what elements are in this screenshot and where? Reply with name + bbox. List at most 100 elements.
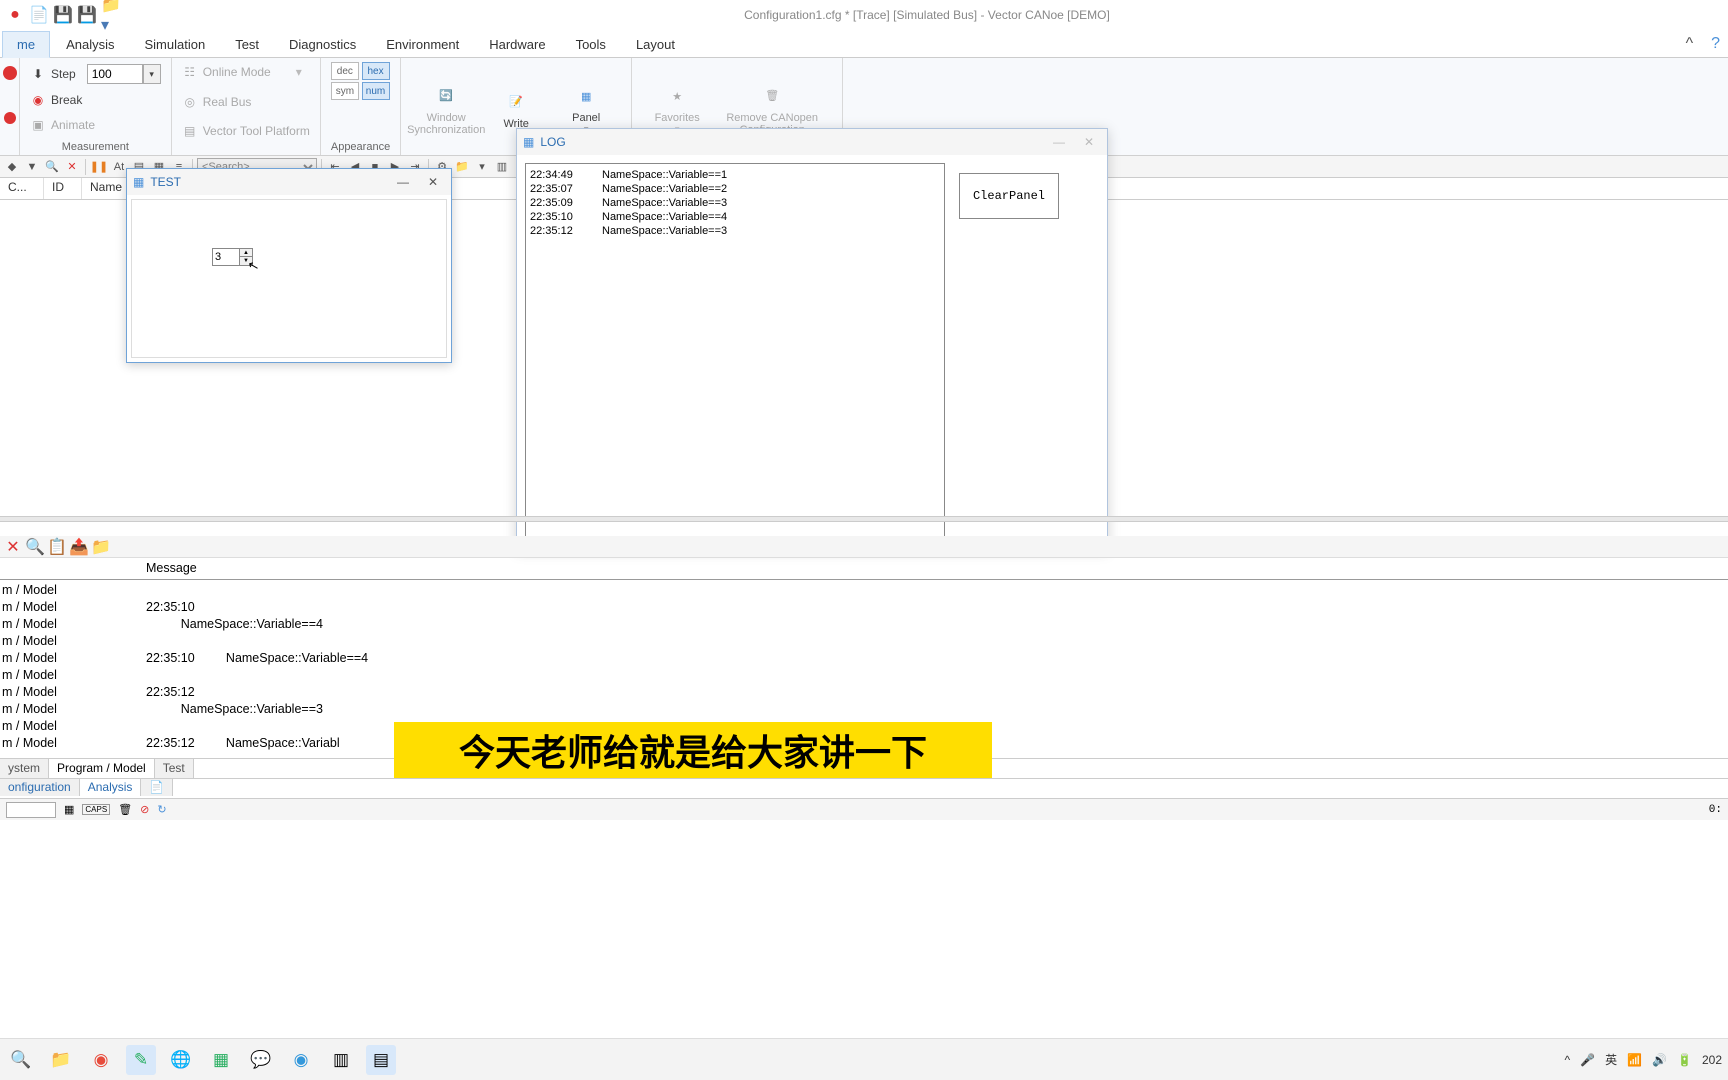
record-button[interactable] bbox=[4, 112, 16, 124]
chrome-icon[interactable]: 🌐 bbox=[166, 1045, 196, 1075]
wifi-icon[interactable]: 📶 bbox=[1627, 1053, 1642, 1067]
tab-tools[interactable]: Tools bbox=[562, 32, 620, 57]
dec-toggle[interactable]: dec bbox=[331, 62, 359, 80]
excel-icon[interactable]: ▦ bbox=[206, 1045, 236, 1075]
funnel-icon[interactable]: ▼ bbox=[23, 158, 41, 176]
online-mode-button[interactable]: ☷ Online Mode ▾ bbox=[182, 62, 310, 82]
app-icon[interactable]: ◉ bbox=[86, 1045, 116, 1075]
battery-icon[interactable]: 🔋 bbox=[1677, 1053, 1692, 1067]
realbus-icon: ◎ bbox=[182, 94, 198, 110]
cursor-icon: ↖ bbox=[246, 257, 261, 275]
system-tray: ^ 🎤 英 📶 🔊 🔋 202 bbox=[1565, 1051, 1723, 1068]
filter-icon[interactable]: ◆ bbox=[3, 158, 21, 176]
tab-test[interactable]: Test bbox=[221, 32, 273, 57]
step-input[interactable] bbox=[87, 64, 143, 84]
edge-icon[interactable]: ◉ bbox=[286, 1045, 316, 1075]
clock[interactable]: 202 bbox=[1702, 1053, 1722, 1067]
spin-up-icon[interactable]: ▲ bbox=[240, 249, 252, 257]
test-panel-header[interactable]: ▦ TEST — ✕ bbox=[127, 169, 451, 195]
folder-icon[interactable]: 📁 bbox=[92, 538, 110, 556]
tab-program-model[interactable]: Program / Model bbox=[49, 759, 155, 778]
numeric-input[interactable] bbox=[213, 249, 239, 265]
saveall-icon[interactable]: 💾 bbox=[78, 6, 96, 24]
log-row: 22:34:49NameSpace::Variable==1 bbox=[530, 168, 940, 182]
sym-toggle[interactable]: sym bbox=[331, 82, 359, 100]
grid-icon[interactable]: ▦ bbox=[64, 803, 74, 816]
log-panel-header[interactable]: ▦ LOG — ✕ bbox=[517, 129, 1107, 155]
animate-icon: ▣ bbox=[30, 117, 46, 133]
tab-simulation[interactable]: Simulation bbox=[130, 32, 219, 57]
tab-home[interactable]: me bbox=[2, 31, 50, 58]
tab-layout[interactable]: Layout bbox=[622, 32, 689, 57]
realbus-button[interactable]: ◎ Real Bus bbox=[182, 92, 310, 112]
more-icon[interactable]: ▾ bbox=[473, 158, 491, 176]
break-button[interactable]: ◉ Break bbox=[30, 90, 161, 110]
canoe-icon[interactable]: ▤ bbox=[366, 1045, 396, 1075]
sync-icon[interactable]: ↻ bbox=[157, 803, 166, 816]
mic-icon[interactable]: 🎤 bbox=[1580, 1053, 1595, 1067]
trash-icon[interactable]: 🗑 bbox=[118, 803, 132, 816]
close-icon[interactable]: ✕ bbox=[421, 175, 445, 189]
tab-configuration[interactable]: onfiguration bbox=[0, 779, 80, 796]
panel-icon: ▦ bbox=[570, 80, 602, 112]
find-icon[interactable]: 🔍 bbox=[43, 158, 61, 176]
tab-system[interactable]: ystem bbox=[0, 759, 49, 778]
tab-new[interactable]: 📄 bbox=[141, 779, 173, 796]
step-button[interactable]: ⬇ Step ▾ bbox=[30, 62, 161, 86]
grid-icon[interactable]: ▥ bbox=[493, 158, 511, 176]
hex-toggle[interactable]: hex bbox=[362, 62, 390, 80]
log-panel[interactable]: ▦ LOG — ✕ 22:34:49NameSpace::Variable==1… bbox=[516, 128, 1108, 550]
log-list[interactable]: 22:34:49NameSpace::Variable==1 22:35:07N… bbox=[525, 163, 945, 541]
folder-icon[interactable]: 📁 bbox=[453, 158, 471, 176]
help-icon[interactable]: ? bbox=[1703, 31, 1728, 57]
wechat-icon[interactable]: 💬 bbox=[246, 1045, 276, 1075]
save-icon[interactable]: 💾 bbox=[54, 6, 72, 24]
winsync-button[interactable]: 🔄 Window Synchronization bbox=[411, 78, 481, 138]
explorer-icon[interactable]: 📁 bbox=[46, 1045, 76, 1075]
step-dropdown[interactable]: ▾ bbox=[143, 64, 161, 84]
folder-icon[interactable]: 📁 ▾ bbox=[102, 6, 120, 24]
col-c[interactable]: C... bbox=[0, 178, 44, 199]
ime-indicator[interactable]: 英 bbox=[1605, 1051, 1617, 1068]
close-icon[interactable]: ✕ bbox=[1077, 135, 1101, 149]
clear-icon[interactable]: ✕ bbox=[63, 158, 81, 176]
minimize-icon[interactable]: — bbox=[391, 175, 415, 189]
splitter[interactable] bbox=[0, 516, 1728, 522]
tab-analysis[interactable]: Analysis bbox=[52, 32, 128, 57]
write-col-message[interactable]: Message bbox=[140, 558, 203, 579]
notes-icon[interactable]: ✎ bbox=[126, 1045, 156, 1075]
vtp-button[interactable]: ▤ Vector Tool Platform bbox=[182, 121, 310, 141]
clear-panel-button[interactable]: ClearPanel bbox=[959, 173, 1059, 219]
winsync-icon: 🔄 bbox=[430, 80, 462, 112]
write-button[interactable]: 📝 Write bbox=[481, 84, 551, 132]
export-icon[interactable]: 📤 bbox=[70, 538, 88, 556]
search-icon[interactable]: 🔍 bbox=[6, 1045, 36, 1075]
volume-icon[interactable]: 🔊 bbox=[1652, 1053, 1667, 1067]
measurement-group-label: Measurement bbox=[30, 139, 161, 153]
find-icon[interactable]: 🔍 bbox=[26, 538, 44, 556]
tab-hardware[interactable]: Hardware bbox=[475, 32, 559, 57]
delete-icon[interactable]: ✕ bbox=[4, 538, 22, 556]
tab-test[interactable]: Test bbox=[155, 759, 194, 778]
stop-button[interactable] bbox=[3, 66, 17, 80]
windows-taskbar: 🔍 📁 ◉ ✎ 🌐 ▦ 💬 ◉ ▥ ▤ ^ 🎤 英 📶 🔊 🔋 202 bbox=[0, 1038, 1728, 1080]
tab-diagnostics[interactable]: Diagnostics bbox=[275, 32, 370, 57]
tab-environment[interactable]: Environment bbox=[372, 32, 473, 57]
collapse-ribbon-icon[interactable]: ^ bbox=[1678, 31, 1702, 57]
copy-icon[interactable]: 📋 bbox=[48, 538, 66, 556]
pause-icon[interactable]: ❚❚ bbox=[90, 158, 108, 176]
status-input[interactable] bbox=[6, 802, 56, 818]
minimize-icon[interactable]: — bbox=[1047, 135, 1071, 149]
num-toggle[interactable]: num bbox=[362, 82, 390, 100]
stop-icon[interactable]: ⊘ bbox=[140, 803, 149, 816]
animate-button[interactable]: ▣ Animate bbox=[30, 115, 161, 135]
write-row: m / Model NameSpace::Variable==3 bbox=[0, 701, 1728, 718]
test-panel[interactable]: ▦ TEST — ✕ ▲ ▼ ↖ bbox=[126, 168, 452, 363]
tab-analysis-bottom[interactable]: Analysis bbox=[80, 779, 142, 796]
write-col-source[interactable] bbox=[0, 558, 140, 579]
new-icon[interactable]: 📄 bbox=[30, 6, 48, 24]
tray-chevron-icon[interactable]: ^ bbox=[1565, 1053, 1571, 1067]
record-icon[interactable]: ● bbox=[6, 6, 24, 24]
app2-icon[interactable]: ▥ bbox=[326, 1045, 356, 1075]
col-id[interactable]: ID bbox=[44, 178, 82, 199]
